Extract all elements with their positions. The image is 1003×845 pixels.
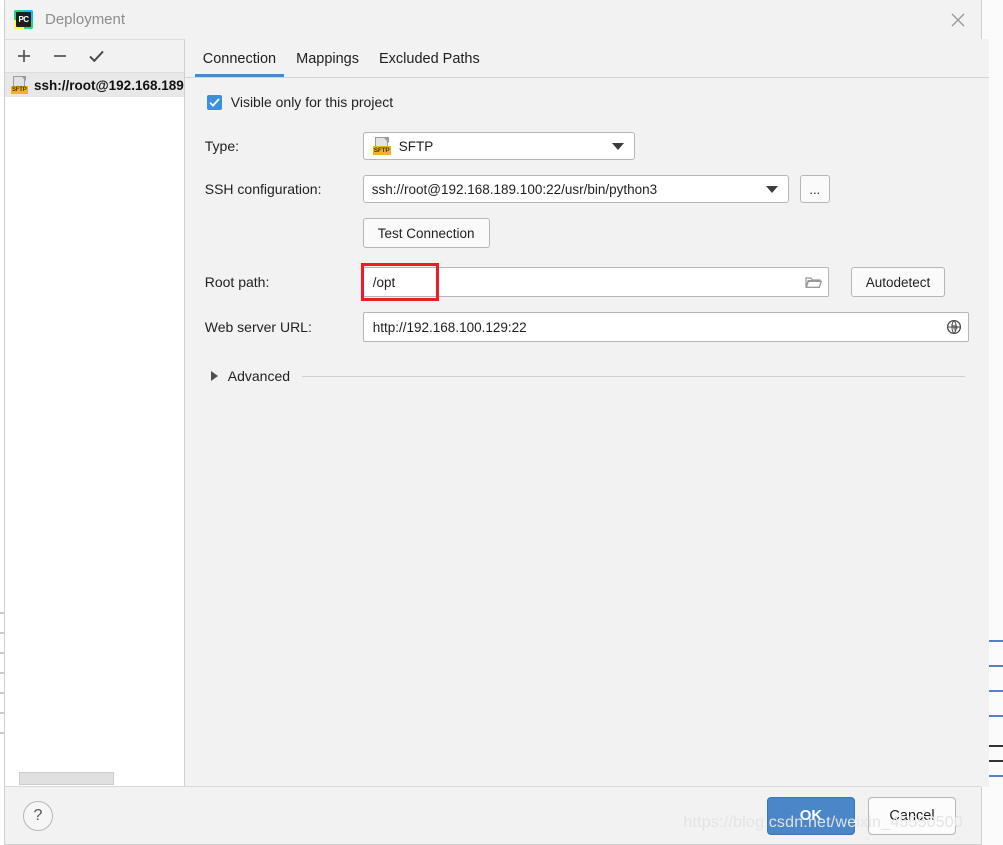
root-path-row: Root path: /opt Autodetect — [204, 263, 969, 301]
folder-icon[interactable] — [800, 275, 828, 289]
type-label: Type: — [204, 138, 239, 154]
servers-list[interactable]: SFTP ssh://root@192.168.189 — [5, 73, 184, 770]
type-dropdown[interactable]: SFTP SFTP — [362, 132, 635, 160]
remove-server-icon[interactable] — [49, 45, 71, 67]
tab-connection[interactable]: Connection — [193, 41, 286, 77]
sftp-file-icon: SFTP — [372, 137, 392, 155]
close-icon[interactable] — [935, 0, 981, 39]
sftp-file-icon: SFTP — [11, 76, 28, 94]
connection-form: Visible only for this project Type: SFTP… — [185, 78, 989, 384]
globe-icon[interactable] — [940, 319, 968, 335]
ssh-value-prefix: ssh://root@ — [371, 181, 441, 197]
pycharm-logo-icon: PC — [14, 10, 33, 29]
advanced-section-header[interactable]: Advanced — [210, 368, 969, 384]
chevron-down-icon — [611, 142, 624, 150]
sftp-badge-label: SFTP — [372, 146, 391, 155]
server-name-label: ssh://root@192.168.189 — [34, 77, 184, 93]
tab-mappings-label: Mappings — [296, 51, 359, 67]
test-connection-button[interactable]: Test Connection — [362, 218, 490, 248]
test-connection-row: Test Connection — [205, 218, 969, 248]
advanced-divider — [302, 375, 965, 377]
root-path-input[interactable]: /opt — [360, 263, 829, 301]
web-server-url-label: Web server URL: — [204, 319, 312, 335]
ssh-value-suffix: /usr/bin/python3 — [561, 181, 658, 197]
deployment-servers-pane: SFTP ssh://root@192.168.189 — [5, 39, 185, 787]
tab-excluded-paths-label: Excluded Paths — [378, 51, 480, 67]
visible-only-checkbox[interactable] — [206, 94, 222, 110]
visible-only-row: Visible only for this project — [206, 94, 969, 110]
web-server-url-input[interactable]: http://192.168.100.129:22 — [362, 312, 969, 342]
servers-toolbar — [5, 40, 184, 73]
help-button[interactable]: ? — [23, 800, 53, 831]
dialog-footer: ? OK Cancel — [5, 786, 981, 844]
ssh-configuration-browse-button[interactable]: ... — [799, 175, 830, 203]
ok-button[interactable]: OK — [767, 796, 855, 835]
servers-horizontal-scrollbar[interactable] — [5, 770, 184, 787]
chevron-right-icon[interactable] — [210, 371, 218, 381]
visible-only-label: Visible only for this project — [230, 94, 394, 110]
chevron-down-icon — [765, 185, 778, 193]
use-as-default-checkmark-icon[interactable] — [85, 45, 107, 67]
dialog-title: Deployment — [45, 11, 126, 28]
scrollbar-thumb[interactable] — [19, 772, 114, 785]
ssh-value-highlight: 192.168.189.100:22 — [440, 181, 562, 197]
autodetect-button[interactable]: Autodetect — [850, 267, 946, 297]
dialog-titlebar: PC Deployment — [5, 0, 981, 39]
advanced-label: Advanced — [227, 368, 291, 384]
list-item[interactable]: SFTP ssh://root@192.168.189 — [5, 73, 184, 97]
ssh-configuration-label: SSH configuration: — [204, 181, 322, 197]
type-row: Type: SFTP SFTP — [205, 132, 969, 160]
ssh-configuration-value: ssh://root@192.168.189.100:22/usr/bin/py… — [372, 182, 760, 197]
dialog-content: SFTP ssh://root@192.168.189 Connection M… — [5, 39, 989, 787]
cancel-button[interactable]: Cancel — [868, 796, 956, 835]
deployment-dialog: PC Deployment SFTP ssh://root@192.168.18… — [4, 0, 989, 845]
root-path-label: Root path: — [204, 274, 270, 290]
ssh-configuration-row: SSH configuration: ssh://root@192.168.18… — [205, 175, 969, 203]
tab-excluded-paths[interactable]: Excluded Paths — [369, 41, 490, 77]
type-value: SFTP — [398, 138, 434, 154]
tab-mappings[interactable]: Mappings — [286, 41, 369, 77]
connection-settings-pane: Connection Mappings Excluded Paths Visib… — [184, 39, 989, 787]
pycharm-logo-text: PC — [16, 12, 31, 27]
tab-connection-label: Connection — [202, 51, 277, 67]
add-server-icon[interactable] — [13, 45, 35, 67]
web-server-url-row: Web server URL: http://192.168.100.129:2… — [205, 312, 969, 342]
web-server-url-value: http://192.168.100.129:22 — [372, 319, 527, 335]
ssh-configuration-dropdown[interactable]: ssh://root@192.168.189.100:22/usr/bin/py… — [362, 175, 789, 203]
root-path-value: /opt — [372, 274, 396, 290]
settings-tabs: Connection Mappings Excluded Paths — [185, 39, 989, 77]
